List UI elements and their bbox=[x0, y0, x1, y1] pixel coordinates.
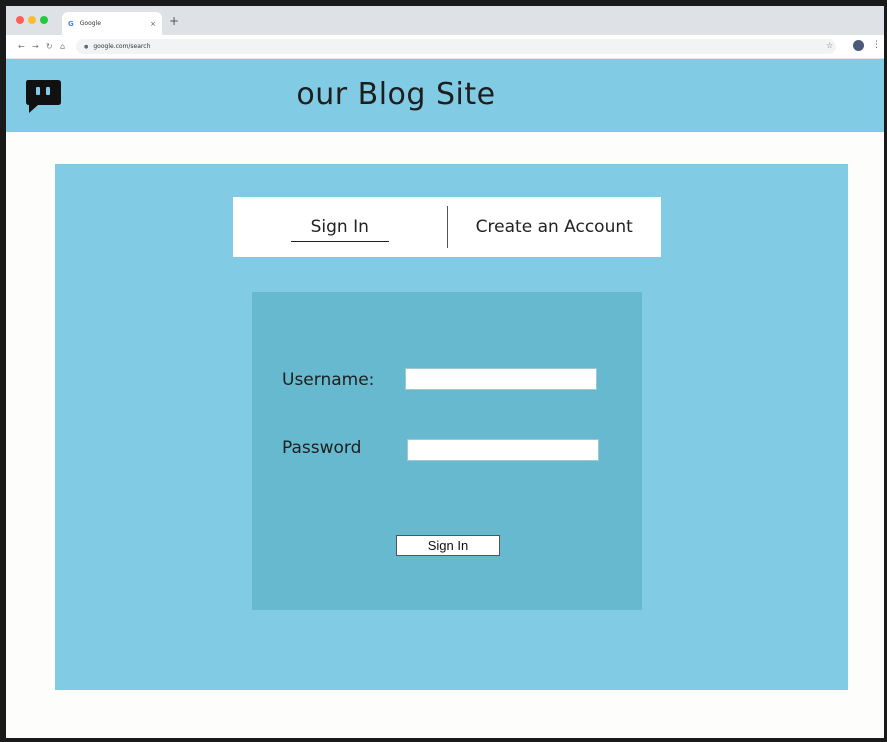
maximize-window-button[interactable] bbox=[40, 16, 48, 24]
new-tab-button[interactable]: + bbox=[169, 15, 179, 27]
password-input[interactable] bbox=[407, 439, 599, 461]
main-panel: Sign In Create an Account Username: Pass… bbox=[55, 164, 848, 690]
tab-close-icon[interactable]: × bbox=[150, 20, 156, 28]
minimize-window-button[interactable] bbox=[28, 16, 36, 24]
tab-create-account[interactable]: Create an Account bbox=[448, 217, 662, 237]
star-icon[interactable]: ☆ bbox=[826, 41, 833, 50]
speech-bubble-icon[interactable] bbox=[23, 76, 63, 116]
password-label: Password bbox=[282, 438, 362, 458]
home-icon[interactable]: ⌂ bbox=[60, 42, 65, 51]
back-arrow-icon[interactable]: ← bbox=[18, 42, 25, 51]
google-favicon-icon: G bbox=[68, 19, 74, 28]
forward-arrow-icon[interactable]: → bbox=[32, 42, 39, 51]
close-window-button[interactable] bbox=[16, 16, 24, 24]
tab-sign-in-label: Sign In bbox=[290, 217, 389, 242]
tab-create-account-label: Create an Account bbox=[475, 217, 633, 237]
browser-toolbar: ← → ↻ ⌂ ● google.com/search ☆ ⋮ bbox=[6, 35, 884, 59]
username-input[interactable] bbox=[405, 368, 597, 390]
tab-sign-in[interactable]: Sign In bbox=[233, 217, 447, 242]
lock-icon: ● bbox=[84, 43, 89, 50]
auth-tabs: Sign In Create an Account bbox=[233, 197, 661, 257]
url-text: google.com/search bbox=[93, 43, 151, 50]
profile-icon[interactable] bbox=[853, 40, 864, 51]
browser-tab-bar: G Google × + bbox=[6, 6, 884, 35]
reload-icon[interactable]: ↻ bbox=[46, 42, 53, 51]
address-bar[interactable]: ● google.com/search bbox=[76, 39, 836, 54]
username-label: Username: bbox=[282, 370, 375, 390]
tab-title: Google bbox=[79, 20, 101, 27]
sign-in-button[interactable]: Sign In bbox=[396, 535, 500, 556]
browser-tab[interactable]: G Google × bbox=[62, 12, 162, 35]
kebab-menu-icon[interactable]: ⋮ bbox=[872, 40, 881, 50]
site-title: our Blog Site bbox=[296, 77, 496, 112]
site-header: our Blog Site bbox=[6, 59, 884, 132]
sign-in-form: Username: Password Sign In bbox=[252, 292, 642, 610]
browser-window: G Google × + ← → ↻ ⌂ ● google.com/search… bbox=[0, 0, 887, 742]
